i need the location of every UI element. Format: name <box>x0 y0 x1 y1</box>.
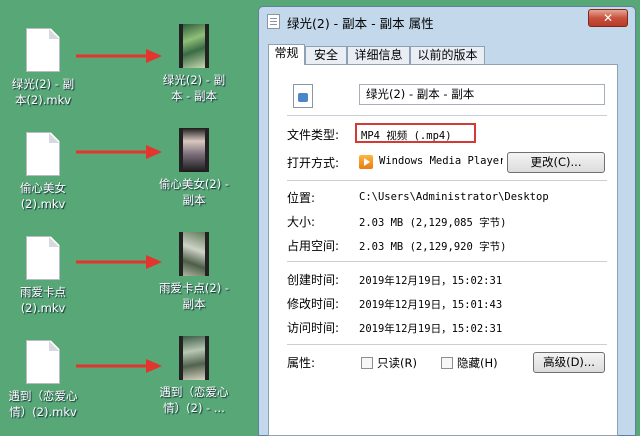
size-on-disk-value: 2.03 MB (2,129,920 字节) <box>359 241 507 253</box>
hidden-label: 隐藏(H) <box>457 356 498 370</box>
properties-dialog: 绿光(2) - 副本 - 副本 属性 ✕ 常规 安全 详细信息 以前的版本 绿光… <box>258 6 636 436</box>
tab-previous-versions[interactable]: 以前的版本 <box>410 46 485 64</box>
location-label: 位置: <box>287 191 316 205</box>
file-type-label: 文件类型: <box>287 128 340 142</box>
tab-details[interactable]: 详细信息 <box>347 46 410 64</box>
tab-general[interactable]: 常规 <box>268 44 305 65</box>
document-icon <box>26 28 60 72</box>
divider <box>287 261 607 262</box>
window-title: 绿光(2) - 副本 - 副本 属性 <box>287 16 434 31</box>
open-with-value: Windows Media Player <box>379 155 503 167</box>
document-icon <box>26 132 60 176</box>
location-value: C:\Users\Administrator\Desktop <box>359 191 549 203</box>
tab-security[interactable]: 安全 <box>305 46 347 64</box>
desktop-file-item[interactable]: 绿光(2) - 副 本(2).mkv <box>0 28 86 108</box>
file-label: 绿光(2) - 副 本 - 副本 <box>162 73 226 103</box>
modified-label: 修改时间: <box>287 297 340 311</box>
file-label: 绿光(2) - 副 本(2).mkv <box>11 77 75 107</box>
file-type-value: MP4 视频 (.mp4) <box>361 130 452 142</box>
created-value: 2019年12月19日，15:02:31 <box>359 275 503 287</box>
size-label: 大小: <box>287 215 316 229</box>
advanced-button[interactable]: 高级(D)... <box>533 352 605 373</box>
modified-value: 2019年12月19日，15:01:43 <box>359 299 503 311</box>
filename-field[interactable]: 绿光(2) - 副本 - 副本 <box>359 84 605 105</box>
red-arrow-icon <box>76 359 162 373</box>
size-value: 2.03 MB (2,129,085 字节) <box>359 217 507 229</box>
desktop-file-item[interactable]: 雨爱卡点 (2).mkv <box>0 236 86 316</box>
size-on-disk-label: 占用空间: <box>287 239 340 253</box>
desktop-video-item[interactable]: 雨爱卡点(2) - 副本 <box>151 232 237 312</box>
file-label: 雨爱卡点 (2).mkv <box>20 285 66 315</box>
file-label: 偷心美女(2) - 副本 <box>158 177 230 207</box>
created-label: 创建时间: <box>287 273 340 287</box>
video-thumbnail-icon <box>179 128 209 172</box>
video-thumbnail-icon <box>179 232 209 276</box>
divider <box>287 344 607 345</box>
divider <box>287 180 607 181</box>
document-icon <box>26 340 60 384</box>
readonly-checkbox[interactable] <box>361 357 373 369</box>
video-thumbnail-icon <box>179 336 209 380</box>
open-with-label: 打开方式: <box>287 156 340 170</box>
title-bar[interactable]: 绿光(2) - 副本 - 副本 属性 ✕ <box>259 7 635 35</box>
file-label: 偷心美女 (2).mkv <box>20 181 66 211</box>
attributes-label: 属性: <box>287 356 316 370</box>
file-label: 遇到（恋爱心 情）(2).mkv <box>8 389 78 419</box>
video-file-icon <box>293 84 313 108</box>
file-icon <box>267 14 280 29</box>
media-player-icon <box>359 155 373 169</box>
file-label: 雨爱卡点(2) - 副本 <box>158 281 230 311</box>
accessed-label: 访问时间: <box>287 321 340 335</box>
video-thumbnail-icon <box>179 24 209 68</box>
file-label: 遇到（恋爱心 情）(2) - ... <box>159 385 229 415</box>
red-arrow-icon <box>76 255 162 269</box>
hidden-checkbox[interactable] <box>441 357 453 369</box>
divider <box>287 115 607 116</box>
readonly-label: 只读(R) <box>377 356 417 370</box>
desktop-video-item[interactable]: 遇到（恋爱心 情）(2) - ... <box>151 336 237 416</box>
close-button[interactable]: ✕ <box>588 9 628 27</box>
red-arrow-icon <box>76 49 162 63</box>
red-arrow-icon <box>76 145 162 159</box>
accessed-value: 2019年12月19日，15:02:31 <box>359 323 503 335</box>
change-button[interactable]: 更改(C)... <box>507 152 605 173</box>
general-panel: 绿光(2) - 副本 - 副本 文件类型: MP4 视频 (.mp4) 打开方式… <box>268 64 618 436</box>
desktop-file-item[interactable]: 遇到（恋爱心 情）(2).mkv <box>0 340 86 420</box>
document-icon <box>26 236 60 280</box>
desktop-video-item[interactable]: 偷心美女(2) - 副本 <box>151 128 237 208</box>
